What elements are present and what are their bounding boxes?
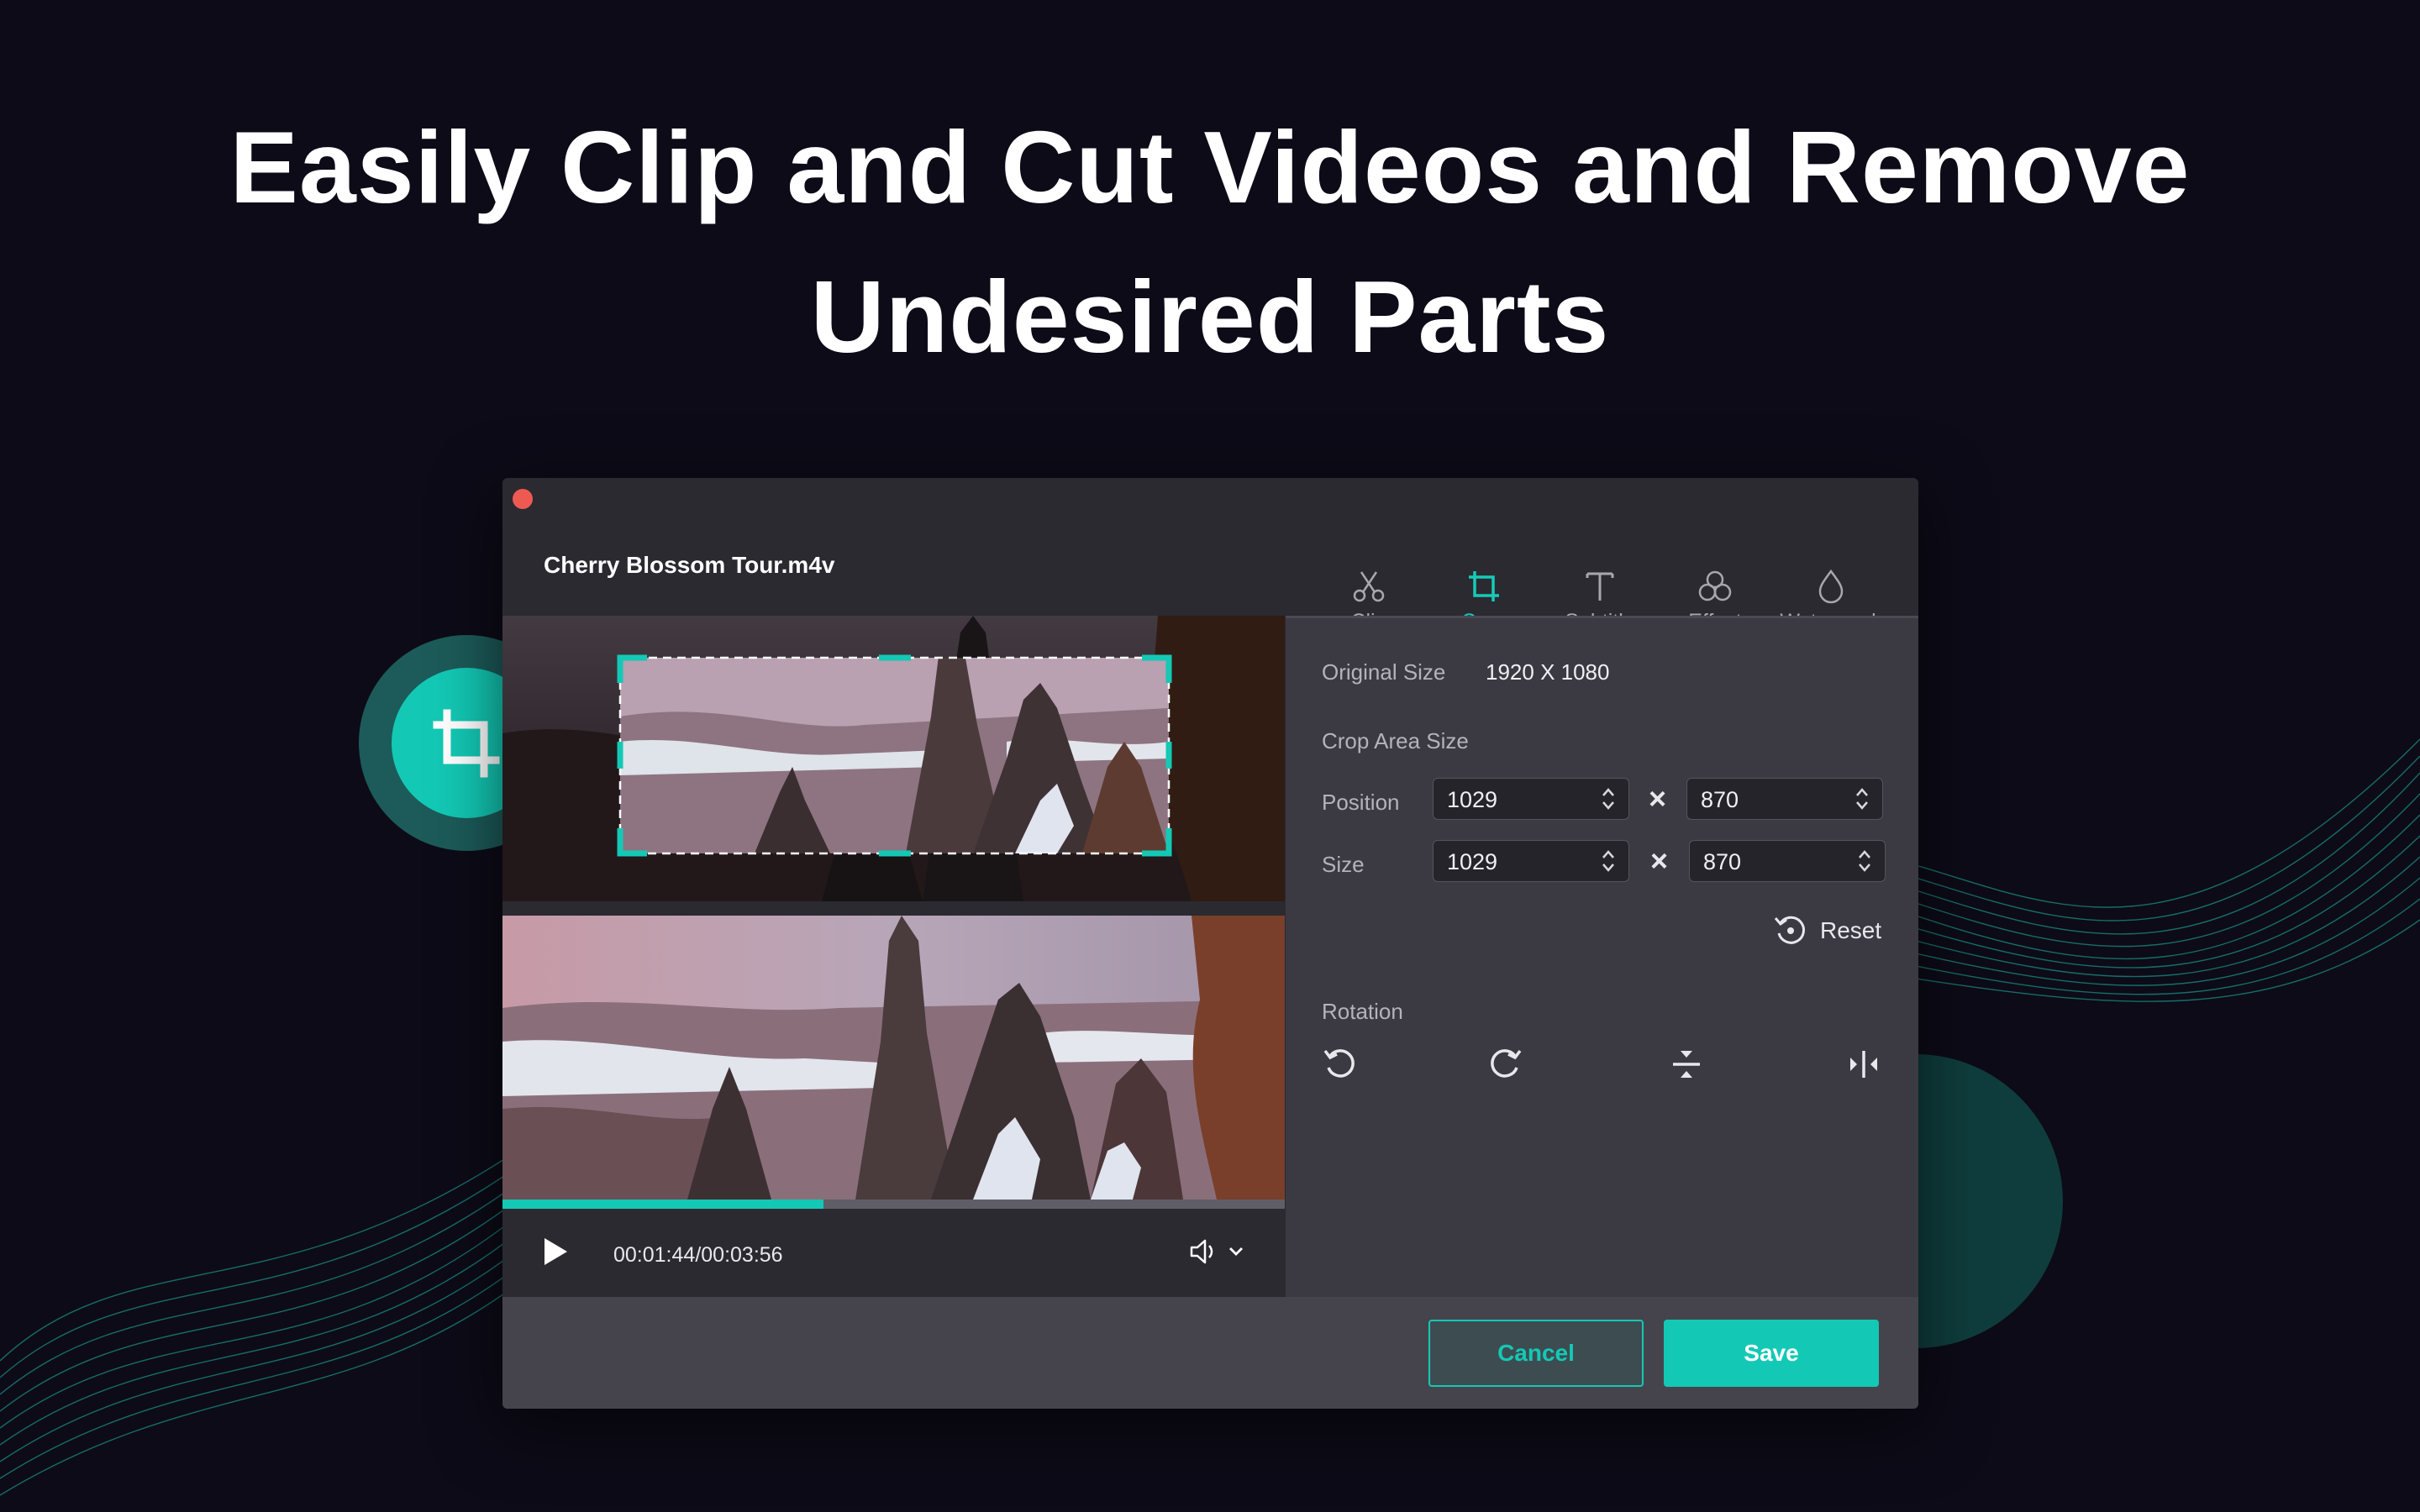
crop-icon bbox=[433, 709, 499, 777]
size-label: Size bbox=[1322, 852, 1365, 877]
crop-preview bbox=[502, 616, 1285, 901]
play-icon[interactable] bbox=[541, 1236, 570, 1268]
playback-time: 00:01:44/00:03:56 bbox=[613, 1243, 783, 1267]
stepper-arrows-icon[interactable] bbox=[1600, 848, 1617, 874]
position-y-field[interactable] bbox=[1686, 778, 1883, 821]
times-symbol: × bbox=[1649, 781, 1667, 816]
headline-line-1: Easily Clip and Cut Videos and Remove bbox=[229, 110, 2191, 224]
close-window-button[interactable] bbox=[513, 489, 533, 509]
wave-lines-right bbox=[1915, 738, 2420, 1002]
volume-icon bbox=[1190, 1239, 1213, 1264]
crop-area-label: Crop Area Size bbox=[1322, 728, 1469, 753]
rotate-left-icon[interactable] bbox=[1322, 1046, 1359, 1083]
headline-line-2: Undesired Parts bbox=[810, 260, 1610, 374]
flip-vertical-icon[interactable] bbox=[1668, 1046, 1705, 1083]
stepper-arrows-icon[interactable] bbox=[1600, 785, 1617, 812]
effect-icon bbox=[1698, 570, 1732, 601]
size-w-input[interactable] bbox=[1445, 841, 1591, 883]
times-symbol: × bbox=[1650, 843, 1669, 878]
position-y-input[interactable] bbox=[1699, 779, 1845, 821]
rotation-label: Rotation bbox=[1322, 999, 1403, 1024]
progress-fill bbox=[502, 1200, 823, 1209]
save-button[interactable]: Save bbox=[1664, 1320, 1879, 1387]
position-x-field[interactable] bbox=[1433, 778, 1629, 821]
headline: Easily Clip and Cut Videos and Remove Un… bbox=[0, 92, 2420, 391]
output-preview bbox=[502, 916, 1285, 1200]
wave-lines-left bbox=[0, 1158, 505, 1496]
crop-tab-icon bbox=[1469, 571, 1499, 601]
rotate-right-icon[interactable] bbox=[1486, 1046, 1523, 1083]
player-controls: 00:01:44/00:03:56 bbox=[502, 1209, 1285, 1297]
progress-bar[interactable] bbox=[502, 1200, 1285, 1209]
scissors-icon bbox=[1353, 571, 1385, 602]
size-h-input[interactable] bbox=[1702, 841, 1848, 883]
size-h-field[interactable] bbox=[1689, 840, 1886, 883]
chevron-down-icon bbox=[1229, 1247, 1243, 1256]
reset-icon bbox=[1774, 916, 1806, 944]
editor-window: Cherry Blossom Tour.m4v Clip Crop bbox=[502, 478, 1918, 1409]
output-preview-image bbox=[502, 916, 1285, 1200]
position-label: Position bbox=[1322, 790, 1400, 815]
cancel-button[interactable]: Cancel bbox=[1428, 1320, 1644, 1387]
size-w-field[interactable] bbox=[1433, 840, 1629, 883]
crop-preview-image bbox=[502, 616, 1285, 901]
text-icon bbox=[1586, 572, 1614, 601]
crop-settings-panel: Original Size 1920 X 1080 Crop Area Size… bbox=[1286, 616, 1918, 1299]
original-size-value: 1920 X 1080 bbox=[1486, 659, 1610, 685]
stepper-arrows-icon[interactable] bbox=[1854, 785, 1870, 812]
reset-label: Reset bbox=[1820, 917, 1882, 943]
original-size-label: Original Size bbox=[1322, 659, 1446, 685]
flip-horizontal-icon[interactable] bbox=[1845, 1046, 1882, 1083]
dialog-footer: Cancel Save bbox=[502, 1297, 1918, 1409]
volume-control[interactable] bbox=[1189, 1237, 1244, 1266]
position-x-input[interactable] bbox=[1445, 779, 1591, 821]
droplet-icon bbox=[1818, 569, 1844, 604]
stepper-arrows-icon[interactable] bbox=[1856, 848, 1873, 874]
reset-button[interactable]: Reset bbox=[1773, 913, 1881, 948]
